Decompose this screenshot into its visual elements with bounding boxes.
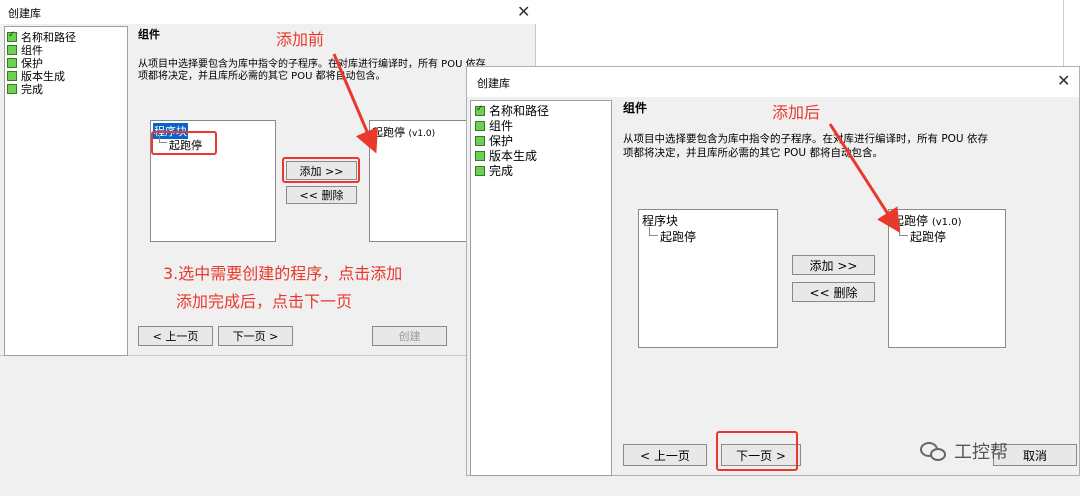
- watermark: 工控帮: [920, 438, 1008, 464]
- arrow-after: [828, 123, 901, 234]
- arrow-before: [332, 53, 378, 154]
- watermark-text: 工控帮: [954, 442, 1008, 463]
- annotation-arrows: [332, 53, 901, 234]
- wechat-icon: [920, 440, 948, 462]
